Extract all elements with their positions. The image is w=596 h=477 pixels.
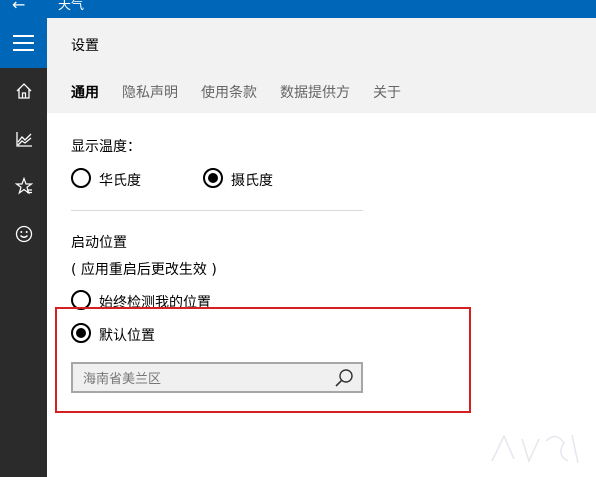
smiley-icon	[15, 225, 32, 243]
favorites-icon	[14, 177, 33, 195]
nav-favorites-button[interactable]	[0, 166, 47, 206]
tab-about[interactable]: 关于	[373, 82, 401, 102]
page-title: 设置	[71, 38, 99, 54]
app-title: 天气	[58, 0, 85, 13]
menu-line	[13, 49, 34, 51]
temperature-heading: 显示温度：	[71, 139, 141, 155]
celsius-label[interactable]: 摄氏度	[231, 170, 273, 190]
tab-terms[interactable]: 使用条款	[201, 82, 257, 102]
nav-rail	[0, 18, 47, 477]
title-bar: ← 天气	[0, 0, 596, 18]
back-button[interactable]: ←	[12, 0, 25, 13]
home-icon	[16, 83, 31, 99]
tab-general[interactable]: 通用	[71, 82, 99, 102]
nav-feedback-button[interactable]	[0, 214, 47, 254]
celsius-radio[interactable]	[203, 168, 223, 188]
hamburger-menu-button[interactable]	[0, 18, 47, 68]
tab-data-providers[interactable]: 数据提供方	[280, 82, 350, 102]
nav-charts-button[interactable]	[0, 119, 47, 159]
chart-icon	[15, 132, 32, 147]
location-note: ( 应用重启后更改生效 )	[71, 262, 217, 278]
menu-line	[13, 42, 34, 44]
section-divider	[71, 210, 363, 211]
location-heading: 启动位置	[71, 235, 127, 251]
nav-home-button[interactable]	[0, 71, 47, 111]
settings-tabs: 通用 隐私声明 使用条款 数据提供方 关于	[71, 82, 424, 102]
menu-line	[13, 35, 34, 37]
tab-privacy[interactable]: 隐私声明	[122, 82, 178, 102]
fahrenheit-radio[interactable]	[71, 168, 91, 188]
watermark-logo	[491, 434, 579, 464]
fahrenheit-label[interactable]: 华氏度	[99, 170, 141, 190]
highlight-annotation	[55, 307, 471, 413]
settings-header: 设置 通用 隐私声明 使用条款 数据提供方 关于	[47, 18, 596, 113]
